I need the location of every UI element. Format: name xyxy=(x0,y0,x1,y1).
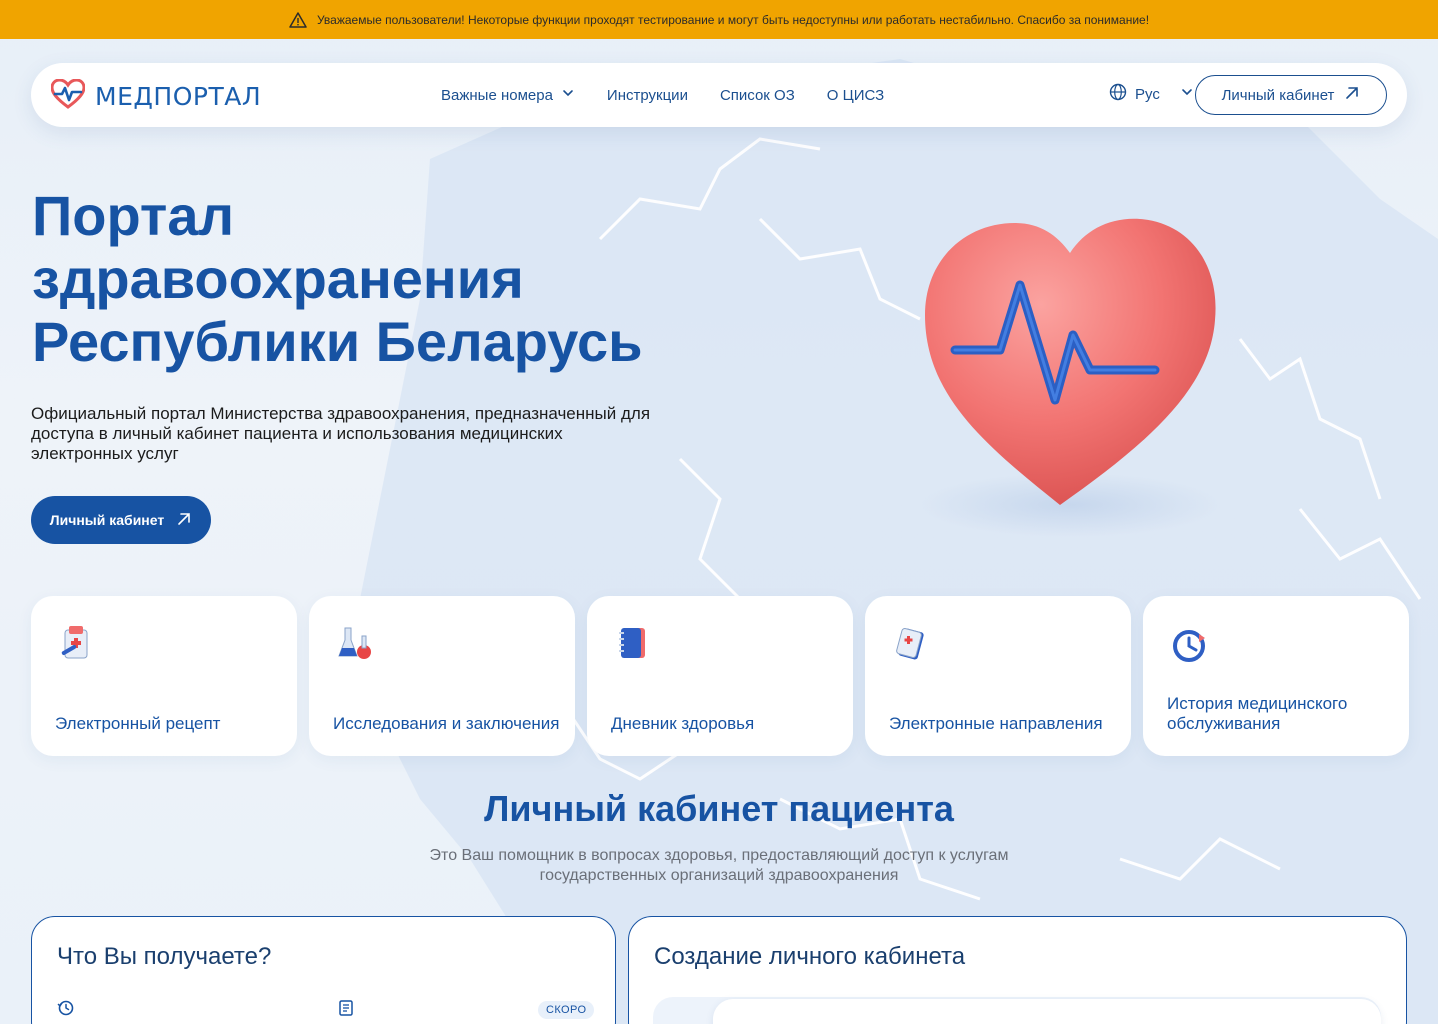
heart-pulse-logo-icon xyxy=(50,78,86,114)
hero-title: Портал здравоохранения Республики Белару… xyxy=(32,184,732,373)
prescription-icon xyxy=(61,626,88,659)
header-cabinet-label: Личный кабинет xyxy=(1221,86,1335,104)
history-icon xyxy=(57,1000,74,1016)
hero-cabinet-button[interactable]: Личный кабинет xyxy=(31,496,211,544)
hero-title-line: Портал xyxy=(32,184,235,247)
flasks-icon xyxy=(338,627,371,659)
site-logo[interactable]: МЕДПОРТАЛ xyxy=(50,78,262,114)
service-card-history[interactable]: История медицинского обслуживания xyxy=(1143,596,1409,756)
nav-important-numbers-label: Важные номера xyxy=(441,86,553,104)
step-card[interactable] xyxy=(713,999,1381,1024)
nav-oz-list[interactable]: Список ОЗ xyxy=(720,87,795,104)
language-label: Рус xyxy=(1135,85,1160,103)
notebook-icon xyxy=(619,628,645,658)
hero-title-line: Республики Беларусь xyxy=(32,310,643,373)
create-cabinet-panel: Создание личного кабинета xyxy=(628,916,1407,1024)
service-card-research[interactable]: Исследования и заключения xyxy=(309,596,575,756)
nav-instructions[interactable]: Инструкции xyxy=(607,87,688,104)
referral-icon xyxy=(896,628,924,660)
banner-text: Уважаемые пользователи! Некоторые функци… xyxy=(316,12,1150,27)
arrow-up-right-icon xyxy=(176,511,192,530)
globe-icon xyxy=(1109,83,1127,105)
nav-about-cisz[interactable]: О ЦИСЗ xyxy=(827,87,884,104)
logo-text: МЕДПОРТАЛ xyxy=(95,82,262,111)
service-card-label: Электронный рецепт xyxy=(55,714,221,733)
service-card-prescription[interactable]: Электронный рецепт xyxy=(31,596,297,756)
patient-section-title: Личный кабинет пациента xyxy=(484,788,954,829)
service-card-label: История медицинского обслуживания xyxy=(1167,694,1348,733)
chevron-down-icon xyxy=(1180,85,1194,103)
nav-important-numbers[interactable]: Важные номера xyxy=(441,86,575,104)
clock-history-icon xyxy=(1173,630,1205,662)
document-icon xyxy=(339,1000,353,1016)
site-header: МЕДПОРТАЛ Важные номера Инструкции Списо… xyxy=(31,63,1407,127)
service-card-label-text: Исследования и заключения xyxy=(333,714,560,733)
header-cabinet-button[interactable]: Личный кабинет xyxy=(1195,75,1387,115)
service-card-health-diary[interactable]: Дневник здоровья xyxy=(587,596,853,756)
warning-banner: Уважаемые пользователи! Некоторые функци… xyxy=(0,0,1438,39)
service-card-label: Электронные направления xyxy=(889,714,1103,733)
language-selector[interactable]: Рус xyxy=(1109,83,1194,105)
arrow-up-right-icon xyxy=(1344,85,1360,105)
heart-illustration xyxy=(920,218,1220,537)
benefits-panel: Что Вы получаете? СКОРО xyxy=(31,916,616,1024)
hero-cabinet-label: Личный кабинет xyxy=(49,512,165,528)
patient-section-subtitle: Это Ваш помощник в вопросах здоровья, пр… xyxy=(429,847,1009,884)
hero-title-line: здравоохранения xyxy=(32,247,524,310)
create-cabinet-panel-title: Создание личного кабинета xyxy=(654,943,966,970)
soon-badge: СКОРО xyxy=(538,1001,595,1019)
service-cards: Электронный рецепт Исследования и заключ… xyxy=(31,596,1409,756)
service-card-label: Исследования и заключения xyxy=(333,714,563,734)
main-nav: Важные номера Инструкции Список ОЗ О ЦИС… xyxy=(441,63,884,127)
service-card-label: Дневник здоровья xyxy=(611,714,755,733)
service-card-referrals[interactable]: Электронные направления xyxy=(865,596,1131,756)
benefits-panel-title: Что Вы получаете? xyxy=(57,943,272,970)
warning-icon xyxy=(289,11,307,29)
chevron-down-icon xyxy=(561,86,575,104)
hero-description: Официальный портал Министерства здравоох… xyxy=(31,404,651,463)
